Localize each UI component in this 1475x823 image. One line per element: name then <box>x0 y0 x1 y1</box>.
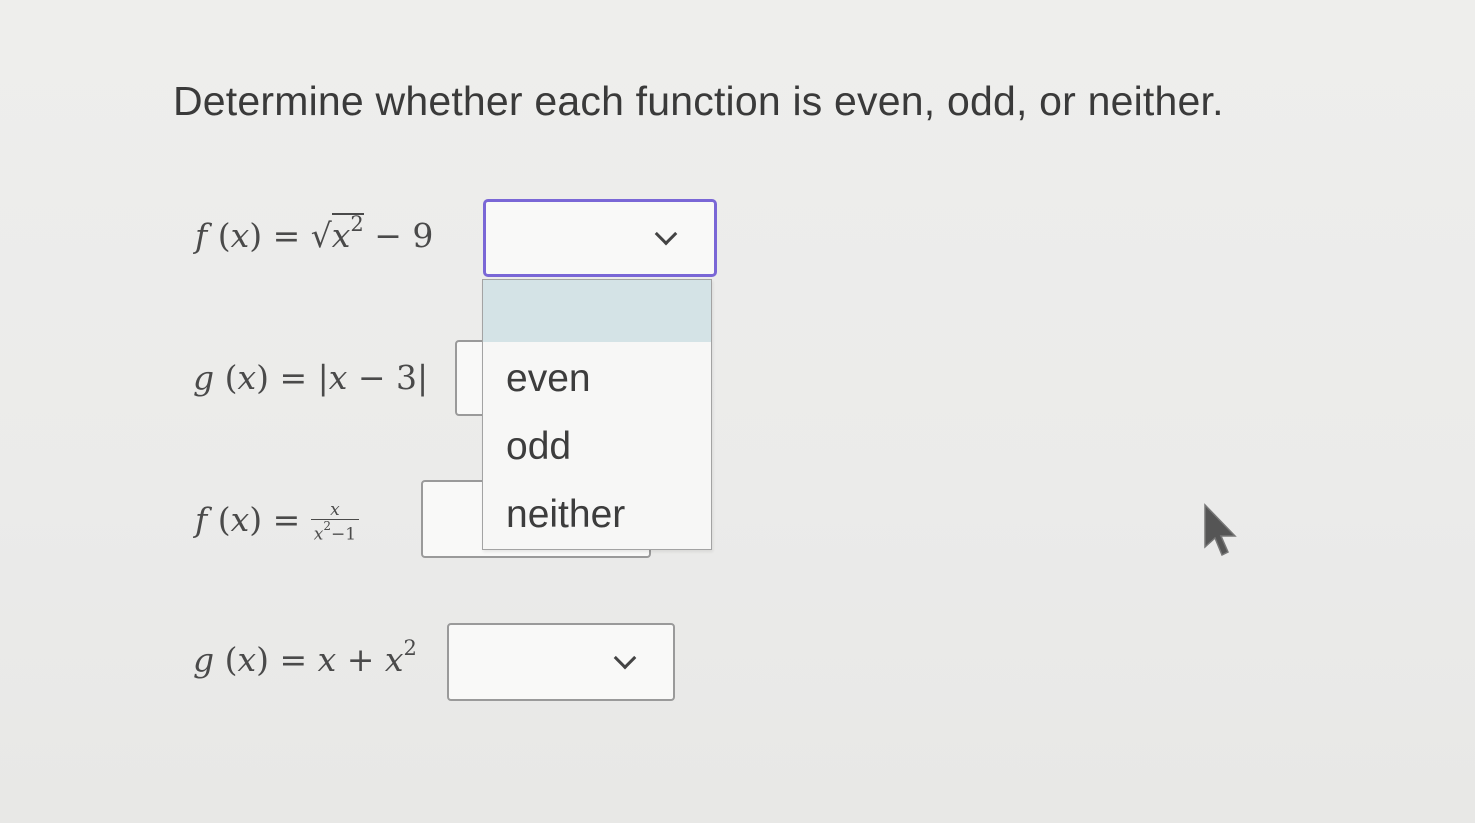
option-blank[interactable] <box>483 280 711 342</box>
page: Determine whether each function is even,… <box>0 0 1475 823</box>
function-3-expression: f (x) = x x2−1 <box>195 500 360 543</box>
option-even[interactable]: even <box>483 352 711 406</box>
function-1-dropdown-list: even odd neither <box>482 279 712 550</box>
question-text: Determine whether each function is even,… <box>173 78 1224 124</box>
fraction: x x2−1 <box>310 501 360 543</box>
function-1-expression: f (x) = √x2 − 9 <box>195 212 434 255</box>
chevron-down-icon <box>654 222 678 246</box>
function-1-select[interactable] <box>483 199 717 277</box>
function-4-expression: g (x) = x + x2 <box>193 636 417 679</box>
function-4-select[interactable] <box>447 623 675 701</box>
option-odd[interactable]: odd <box>483 420 711 474</box>
function-2-expression: g (x) = |x − 3| <box>193 358 429 397</box>
option-neither[interactable]: neither <box>483 488 711 542</box>
mouse-pointer-icon <box>1204 503 1237 557</box>
chevron-down-icon <box>613 646 637 670</box>
